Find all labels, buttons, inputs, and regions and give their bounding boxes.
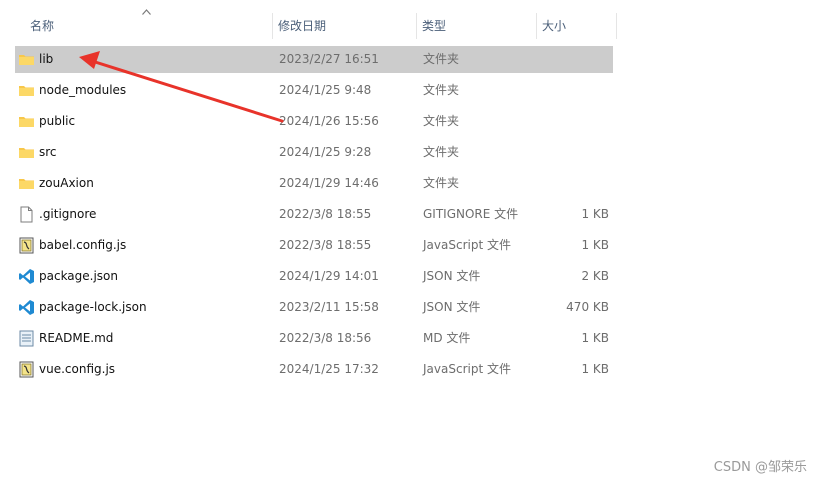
- folder-icon: [18, 144, 35, 161]
- file-size: 1 KB: [581, 362, 609, 376]
- file-modified-date: 2024/1/29 14:01: [279, 269, 379, 283]
- js-file-icon: [18, 361, 35, 378]
- file-size: 1 KB: [581, 331, 609, 345]
- file-row[interactable]: package-lock.json 2023/2/11 15:58 JSON 文件 4…: [15, 294, 613, 321]
- file-type: GITIGNORE 文件: [423, 207, 519, 221]
- file-name: README.md: [39, 331, 114, 345]
- vscode-file-icon: [18, 268, 35, 285]
- file-row[interactable]: babel.config.js 2022/3/8 18:55 JavaScript …: [15, 232, 613, 259]
- file-name: public: [39, 114, 76, 128]
- file-modified-date: 2022/3/8 18:55: [279, 207, 372, 221]
- column-divider[interactable]: [616, 13, 617, 39]
- file-row[interactable]: vue.config.js 2024/1/25 17:32 JavaScript 文…: [15, 356, 613, 383]
- file-name: src: [39, 145, 57, 159]
- file-row[interactable]: zouAxion 2024/1/29 14:46 文件夹: [15, 170, 613, 197]
- text-file-icon: [18, 330, 35, 347]
- file-modified-date: 2022/3/8 18:56: [279, 331, 372, 345]
- column-type-header[interactable]: 类型: [412, 0, 536, 42]
- file-size: 470 KB: [566, 300, 609, 314]
- file-type: 文件夹: [423, 176, 460, 190]
- file-type: JavaScript 文件: [423, 362, 511, 376]
- file-row[interactable]: README.md 2022/3/8 18:56 MD 文件 1 KB: [15, 325, 613, 352]
- file-size: 2 KB: [581, 269, 609, 283]
- js-file-icon: [18, 237, 35, 254]
- file-modified-date: 2024/1/25 17:32: [279, 362, 379, 376]
- file-type: MD 文件: [423, 331, 471, 345]
- file-modified-date: 2024/1/29 14:46: [279, 176, 379, 190]
- file-modified-date: 2024/1/25 9:48: [279, 83, 372, 97]
- file-row[interactable]: public 2024/1/26 15:56 文件夹: [15, 108, 613, 135]
- file-row[interactable]: lib 2023/2/27 16:51 文件夹: [15, 46, 613, 73]
- file-type: 文件夹: [423, 52, 460, 66]
- vscode-file-icon: [18, 299, 35, 316]
- file-name: .gitignore: [39, 207, 97, 221]
- watermark: CSDN @邹荣乐: [713, 460, 807, 475]
- file-name: package-lock.json: [39, 300, 147, 314]
- file-name: vue.config.js: [39, 362, 116, 376]
- column-size-header[interactable]: 大小: [532, 0, 616, 42]
- file-type: JSON 文件: [423, 300, 481, 314]
- folder-icon: [18, 175, 35, 192]
- file-type: 文件夹: [423, 114, 460, 128]
- blank-file-icon: [18, 206, 35, 223]
- file-row[interactable]: .gitignore 2022/3/8 18:55 GITIGNORE 文件 1 KB: [15, 201, 613, 228]
- file-modified-date: 2024/1/25 9:28: [279, 145, 372, 159]
- file-row[interactable]: package.json 2024/1/29 14:01 JSON 文件 2 KB: [15, 263, 613, 290]
- file-size: 1 KB: [581, 207, 609, 221]
- column-name-header[interactable]: 名称: [20, 0, 272, 42]
- folder-icon: [18, 82, 35, 99]
- folder-icon: [18, 51, 35, 68]
- file-name: lib: [39, 52, 54, 66]
- column-header: 名称 修改日期 类型 大小: [0, 0, 821, 42]
- file-size: 1 KB: [581, 238, 609, 252]
- column-date-header[interactable]: 修改日期: [268, 0, 416, 42]
- file-name: package.json: [39, 269, 119, 283]
- file-name: node_modules: [39, 83, 127, 97]
- file-modified-date: 2022/3/8 18:55: [279, 238, 372, 252]
- file-name: zouAxion: [39, 176, 94, 190]
- file-type: JSON 文件: [423, 269, 481, 283]
- folder-icon: [18, 113, 35, 130]
- file-row[interactable]: node_modules 2024/1/25 9:48 文件夹: [15, 77, 613, 104]
- file-modified-date: 2023/2/11 15:58: [279, 300, 379, 314]
- file-type: 文件夹: [423, 145, 460, 159]
- file-type: 文件夹: [423, 83, 460, 97]
- file-name: babel.config.js: [39, 238, 127, 252]
- file-row[interactable]: src 2024/1/25 9:28 文件夹: [15, 139, 613, 166]
- file-modified-date: 2023/2/27 16:51: [279, 52, 379, 66]
- file-type: JavaScript 文件: [423, 238, 511, 252]
- file-modified-date: 2024/1/26 15:56: [279, 114, 379, 128]
